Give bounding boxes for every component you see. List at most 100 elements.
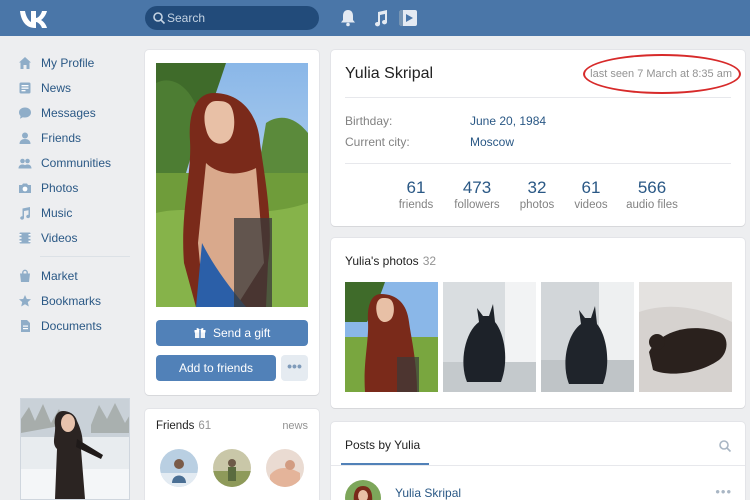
post-author-name[interactable]: Yulia Skripal bbox=[395, 486, 461, 500]
top-header: Search bbox=[0, 0, 750, 36]
search-icon[interactable] bbox=[718, 439, 732, 453]
search-icon bbox=[153, 12, 166, 25]
send-gift-label: Send a gift bbox=[212, 326, 271, 340]
add-friend-label: Add to friends bbox=[178, 361, 254, 375]
cat-thumbnail-image bbox=[443, 282, 536, 392]
friends-news-link[interactable]: news bbox=[282, 420, 308, 432]
profile-name: Yulia Skripal bbox=[345, 65, 434, 82]
more-dots: ••• bbox=[287, 358, 302, 374]
counter-label: audio files bbox=[626, 199, 678, 211]
nav-item-label: My Profile bbox=[41, 55, 95, 70]
birthday-label: Birthday: bbox=[345, 114, 393, 128]
vk-logo-icon[interactable] bbox=[18, 6, 48, 30]
counter-label: followers bbox=[454, 199, 500, 211]
counter-photos[interactable]: 32 photos bbox=[517, 178, 557, 211]
friends-card: Friends 61 news bbox=[145, 409, 319, 500]
friends-count: 61 bbox=[198, 420, 212, 432]
gift-icon bbox=[194, 328, 206, 338]
photo-thumbnail[interactable] bbox=[639, 282, 732, 392]
counter-videos[interactable]: 61 videos bbox=[571, 178, 611, 211]
bell-icon[interactable] bbox=[340, 9, 356, 27]
search-input[interactable]: Search bbox=[167, 11, 205, 25]
avatar-card: Send a gift Add to friends ••• bbox=[145, 50, 319, 395]
city-label: Current city: bbox=[345, 135, 410, 149]
nav-item-photos[interactable]: Photos bbox=[18, 175, 130, 200]
author-avatar-image bbox=[345, 480, 381, 500]
nav-item-bookmarks[interactable]: Bookmarks bbox=[18, 288, 130, 313]
counter-value: 32 bbox=[527, 178, 547, 197]
cat-thumbnail-image bbox=[541, 282, 634, 392]
market-icon bbox=[20, 269, 30, 282]
photos-title-label: Yulia's photos bbox=[345, 254, 419, 268]
nav-item-label: Communities bbox=[41, 155, 112, 170]
photo-thumbnail[interactable] bbox=[541, 282, 634, 392]
counter-value: 61 bbox=[406, 178, 426, 197]
birthday-value[interactable]: June 20, 1984 bbox=[470, 114, 546, 128]
nav-item-label: Photos bbox=[41, 180, 79, 195]
header-divider bbox=[345, 97, 731, 98]
video-player-icon[interactable] bbox=[398, 8, 418, 28]
portrait-thumbnail-image bbox=[345, 282, 438, 392]
nav-item-videos[interactable]: Videos bbox=[18, 225, 130, 250]
search-box[interactable]: Search bbox=[145, 6, 319, 30]
nav-item-music[interactable]: Music bbox=[18, 200, 130, 225]
counter-value: 566 bbox=[637, 178, 667, 197]
friend-avatar[interactable] bbox=[213, 449, 251, 487]
winter-portrait-image bbox=[21, 399, 129, 499]
nav-item-documents[interactable]: Documents bbox=[18, 313, 130, 338]
communities-icon bbox=[18, 158, 32, 168]
post-author-avatar[interactable] bbox=[345, 480, 381, 500]
profile-photo[interactable] bbox=[156, 63, 308, 307]
home-icon bbox=[19, 56, 31, 69]
posts-tab[interactable]: Posts by Yulia bbox=[345, 438, 420, 452]
photo-thumbnail[interactable] bbox=[443, 282, 536, 392]
nav-item-label: Documents bbox=[41, 318, 102, 333]
nav-item-label: Music bbox=[41, 205, 73, 220]
video-icon bbox=[19, 232, 31, 243]
left-sidebar: My Profile News Messages Friends Communi… bbox=[18, 50, 130, 338]
friend-photo-image bbox=[160, 449, 198, 487]
send-gift-button[interactable]: Send a gift bbox=[156, 320, 308, 346]
cat-thumbnail-image bbox=[639, 282, 732, 392]
profile-counters: 61 friends 473 followers 32 photos 61 vi… bbox=[331, 178, 745, 218]
music-icon bbox=[20, 206, 30, 220]
counter-value: 473 bbox=[462, 178, 492, 197]
nav-item-label: Market bbox=[41, 268, 78, 283]
nav-item-news[interactable]: News bbox=[18, 75, 130, 100]
more-actions-button[interactable]: ••• bbox=[281, 355, 308, 381]
friends-icon bbox=[19, 132, 31, 144]
friend-avatar[interactable] bbox=[160, 449, 198, 487]
nav-item-label: Videos bbox=[41, 230, 78, 245]
city-value[interactable]: Moscow bbox=[470, 135, 514, 149]
photos-card: Yulia's photos 32 bbox=[331, 238, 745, 408]
music-icon[interactable] bbox=[373, 9, 389, 27]
counter-audio-files[interactable]: 566 audio files bbox=[623, 178, 681, 211]
document-icon bbox=[21, 319, 30, 332]
photos-count: 32 bbox=[422, 254, 437, 268]
friend-photo-image bbox=[266, 449, 304, 487]
counter-label: videos bbox=[574, 199, 608, 211]
messages-icon bbox=[19, 107, 31, 119]
nav-item-market[interactable]: Market bbox=[18, 263, 130, 288]
counter-label: photos bbox=[519, 199, 555, 211]
photo-thumbnail[interactable] bbox=[345, 282, 438, 392]
nav-item-communities[interactable]: Communities bbox=[18, 150, 130, 175]
counter-followers[interactable]: 473 followers bbox=[453, 178, 501, 211]
counter-friends[interactable]: 61 friends bbox=[396, 178, 436, 211]
nav-item-label: Bookmarks bbox=[41, 293, 102, 308]
friend-avatar[interactable] bbox=[266, 449, 304, 487]
nav-item-label: News bbox=[41, 80, 72, 95]
nav-item-my-profile[interactable]: My Profile bbox=[18, 50, 130, 75]
friends-title[interactable]: Friends 61 bbox=[156, 420, 211, 432]
news-icon bbox=[19, 82, 31, 93]
profile-portrait-image bbox=[156, 63, 308, 307]
sidebar-photo[interactable] bbox=[20, 398, 130, 500]
nav-divider bbox=[40, 256, 130, 257]
camera-icon bbox=[19, 183, 31, 193]
add-friend-button[interactable]: Add to friends bbox=[156, 355, 276, 381]
counter-value: 61 bbox=[581, 178, 601, 197]
nav-item-friends[interactable]: Friends bbox=[18, 125, 130, 150]
nav-item-messages[interactable]: Messages bbox=[18, 100, 130, 125]
photos-title[interactable]: Yulia's photos 32 bbox=[345, 254, 436, 268]
post-more-button[interactable]: ••• bbox=[715, 484, 732, 499]
